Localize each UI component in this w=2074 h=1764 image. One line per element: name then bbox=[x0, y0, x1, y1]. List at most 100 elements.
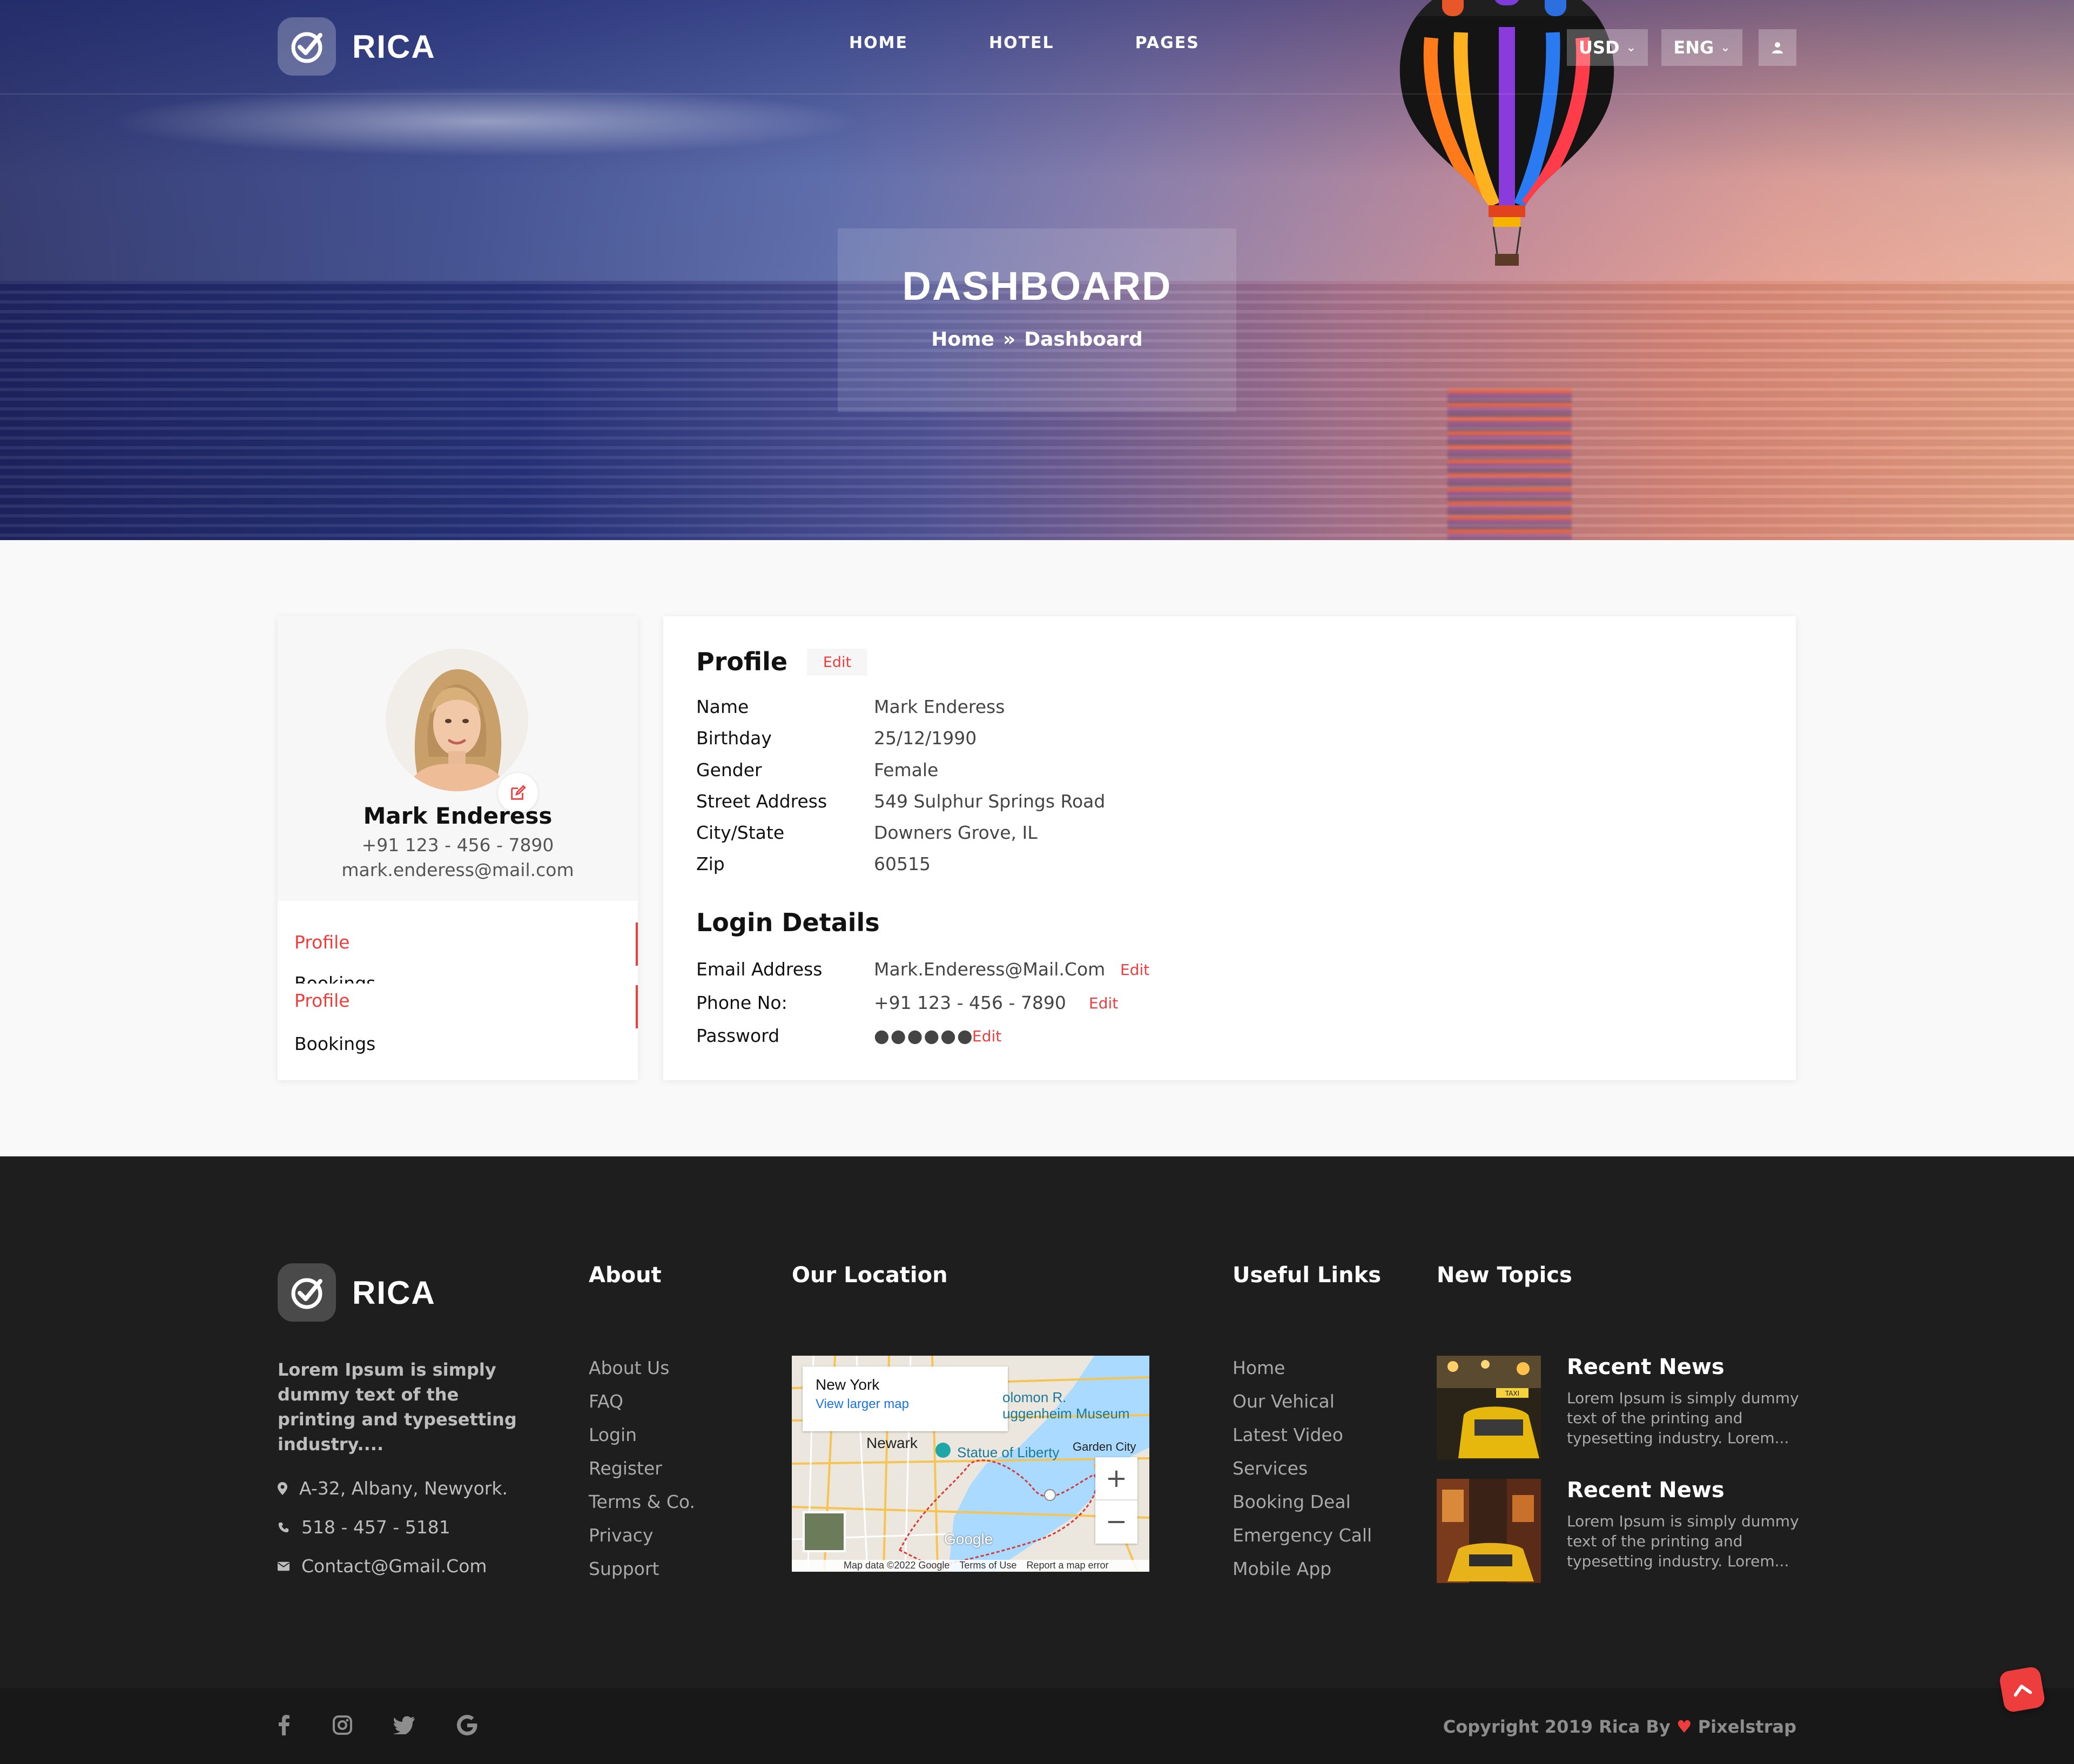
field-label: Name bbox=[696, 696, 749, 717]
user-name: Mark Enderess bbox=[363, 803, 553, 829]
currency-dropdown[interactable]: USD ⌄ bbox=[1567, 29, 1648, 66]
zoom-in-button[interactable]: + bbox=[1095, 1457, 1137, 1500]
user-email: mark.enderess@mail.com bbox=[341, 859, 574, 880]
news-title[interactable]: Recent News bbox=[1567, 1355, 1725, 1379]
footer-link-mobile-app[interactable]: Mobile App bbox=[1233, 1558, 1331, 1579]
breadcrumb-home[interactable]: Home bbox=[931, 328, 994, 351]
footer-link-our-vehical[interactable]: Our Vehical bbox=[1233, 1391, 1335, 1412]
field-label: Gender bbox=[696, 759, 762, 780]
brand-name: RICA bbox=[352, 28, 436, 65]
edit-profile-button[interactable]: Edit bbox=[807, 649, 867, 676]
footer-phone: 518 - 457 - 5181 bbox=[278, 1517, 450, 1538]
footer-brand-name: RICA bbox=[352, 1274, 436, 1311]
footer-brand-logo[interactable]: RICA bbox=[278, 1263, 436, 1322]
email-text: Contact@Gmail.Com bbox=[301, 1556, 487, 1577]
field-value: +91 123 - 456 - 7890 bbox=[874, 992, 1066, 1013]
profile-details-card: Profile Edit Name Mark Enderess Birthday… bbox=[663, 616, 1796, 1080]
footer-topics-heading: New Topics bbox=[1437, 1263, 1572, 1288]
location-map[interactable]: New York View larger map olomon R. uggen… bbox=[792, 1356, 1149, 1572]
main-nav: HOME HOTEL PAGES bbox=[849, 33, 1281, 52]
phone-text: 518 - 457 - 5181 bbox=[301, 1517, 450, 1538]
field-label: Email Address bbox=[696, 959, 823, 980]
user-account-button[interactable] bbox=[1759, 29, 1796, 66]
breadcrumb-current: Dashboard bbox=[1024, 328, 1143, 351]
footer-link-support[interactable]: Support bbox=[589, 1558, 659, 1579]
edit-password-link[interactable]: Edit bbox=[972, 1027, 1001, 1045]
footer-email: Contact@Gmail.Com bbox=[278, 1556, 487, 1577]
news-thumbnail[interactable] bbox=[1437, 1479, 1541, 1583]
footer-link-emergency-call[interactable]: Emergency Call bbox=[1233, 1525, 1372, 1546]
nav-hotel[interactable]: HOTEL bbox=[989, 33, 1054, 52]
map-pin-icon bbox=[278, 1482, 287, 1495]
news-title[interactable]: Recent News bbox=[1567, 1478, 1725, 1503]
footer-about-heading: About bbox=[589, 1263, 662, 1288]
edit-email-link[interactable]: Edit bbox=[1120, 961, 1149, 979]
footer-link-about-us[interactable]: About Us bbox=[589, 1357, 669, 1378]
view-larger-map-link[interactable]: View larger map bbox=[816, 1397, 995, 1412]
map-label: Garden City bbox=[1073, 1440, 1136, 1453]
brand-logo[interactable]: RICA bbox=[278, 17, 436, 76]
language-dropdown[interactable]: ENG ⌄ bbox=[1661, 29, 1742, 66]
chevron-down-icon: ⌄ bbox=[1626, 41, 1637, 55]
edit-phone-link[interactable]: Edit bbox=[1089, 994, 1118, 1012]
sidebar-item-bookings[interactable]: Bookings bbox=[294, 1033, 375, 1054]
news-thumbnail[interactable]: TAXI bbox=[1437, 1356, 1541, 1460]
user-phone: +91 123 - 456 - 7890 bbox=[361, 834, 554, 856]
footer-address: A-32, Albany, Newyork. bbox=[278, 1478, 508, 1499]
footer-location-heading: Our Location bbox=[792, 1263, 948, 1288]
map-label: Statue of Liberty bbox=[957, 1444, 1060, 1460]
sidebar-item-profile[interactable]: Profile bbox=[294, 990, 350, 1011]
map-label: uggenheim Museum bbox=[1002, 1405, 1130, 1422]
google-icon[interactable] bbox=[455, 1713, 479, 1737]
copyright-prefix: Copyright 2019 Rica By bbox=[1443, 1716, 1671, 1737]
field-label: Phone No: bbox=[696, 992, 787, 1013]
footer-link-home[interactable]: Home bbox=[1233, 1357, 1285, 1378]
map-attribution: Map data ©2022 Google Terms of Use Repor… bbox=[844, 1560, 1109, 1571]
nav-pages[interactable]: PAGES bbox=[1135, 33, 1200, 52]
footer-link-services[interactable]: Services bbox=[1233, 1458, 1308, 1479]
map-zoom-controls: + − bbox=[1095, 1457, 1137, 1544]
sidebar-item-bookings[interactable]: Bookings bbox=[294, 973, 375, 984]
twitter-icon[interactable] bbox=[392, 1713, 416, 1737]
active-indicator bbox=[636, 923, 638, 966]
field-label: City/State bbox=[696, 822, 785, 843]
field-label: Password bbox=[696, 1025, 780, 1046]
password-value: ●●●●●● bbox=[874, 1025, 974, 1046]
nav-home[interactable]: HOME bbox=[849, 33, 908, 52]
language-value: ENG bbox=[1673, 37, 1714, 58]
footer-link-faq[interactable]: FAQ bbox=[589, 1391, 623, 1412]
back-to-top-button[interactable] bbox=[1998, 1665, 2046, 1714]
map-report-link[interactable]: Report a map error bbox=[1026, 1560, 1108, 1571]
footer-link-latest-video[interactable]: Latest Video bbox=[1233, 1424, 1343, 1445]
instagram-icon[interactable] bbox=[331, 1713, 354, 1737]
double-chevron-right-icon: » bbox=[1002, 328, 1016, 351]
footer-useful-heading: Useful Links bbox=[1233, 1263, 1382, 1288]
map-terms-link[interactable]: Terms of Use bbox=[959, 1560, 1016, 1571]
news-excerpt: Lorem Ipsum is simply dummy text of the … bbox=[1567, 1389, 1799, 1447]
check-badge-icon bbox=[278, 1263, 336, 1322]
field-value: Female bbox=[874, 759, 939, 780]
map-place-name: New York bbox=[816, 1376, 880, 1393]
top-header: RICA HOME HOTEL PAGES USD ⌄ ENG ⌄ bbox=[0, 0, 2074, 95]
zoom-out-button[interactable]: − bbox=[1095, 1500, 1137, 1543]
breadcrumb: Home » Dashboard bbox=[931, 328, 1143, 351]
chevron-up-icon bbox=[2014, 1685, 2032, 1697]
profile-section-title: Profile bbox=[696, 647, 788, 676]
footer-link-login[interactable]: Login bbox=[589, 1424, 637, 1445]
page-title: DASHBOARD bbox=[902, 264, 1172, 308]
footer-about-text: Lorem Ipsum is simply dummy text of the … bbox=[278, 1359, 517, 1455]
copyright-company-link[interactable]: Pixelstrap bbox=[1698, 1716, 1796, 1737]
address-text: A-32, Albany, Newyork. bbox=[299, 1478, 508, 1499]
footer-link-privacy[interactable]: Privacy bbox=[589, 1525, 653, 1546]
facebook-icon[interactable] bbox=[272, 1713, 296, 1737]
field-value: Mark.Enderess@Mail.Com bbox=[874, 959, 1106, 980]
sidebar-item-profile[interactable]: Profile bbox=[294, 932, 350, 953]
footer-link-terms[interactable]: Terms & Co. bbox=[589, 1491, 695, 1512]
profile-sidebar-card: Mark Enderess +91 123 - 456 - 7890 mark.… bbox=[278, 616, 638, 1080]
map-info-card: New York View larger map bbox=[803, 1366, 1008, 1431]
check-badge-icon bbox=[278, 17, 336, 76]
footer-link-register[interactable]: Register bbox=[589, 1458, 662, 1479]
currency-value: USD bbox=[1578, 37, 1620, 58]
footer-link-booking-deal[interactable]: Booking Deal bbox=[1233, 1491, 1351, 1512]
phone-icon bbox=[278, 1522, 289, 1532]
